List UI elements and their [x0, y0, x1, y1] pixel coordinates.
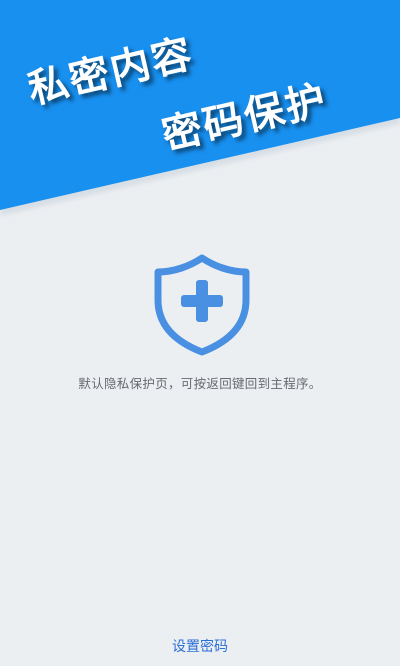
privacy-hint-text: 默认隐私保护页，可按返回键回到主程序。	[78, 376, 322, 391]
shield-plus-icon	[152, 254, 252, 356]
hero-banner: 私密内容 密码保护	[0, 0, 400, 240]
set-password-button[interactable]: 设置密码	[150, 632, 250, 662]
